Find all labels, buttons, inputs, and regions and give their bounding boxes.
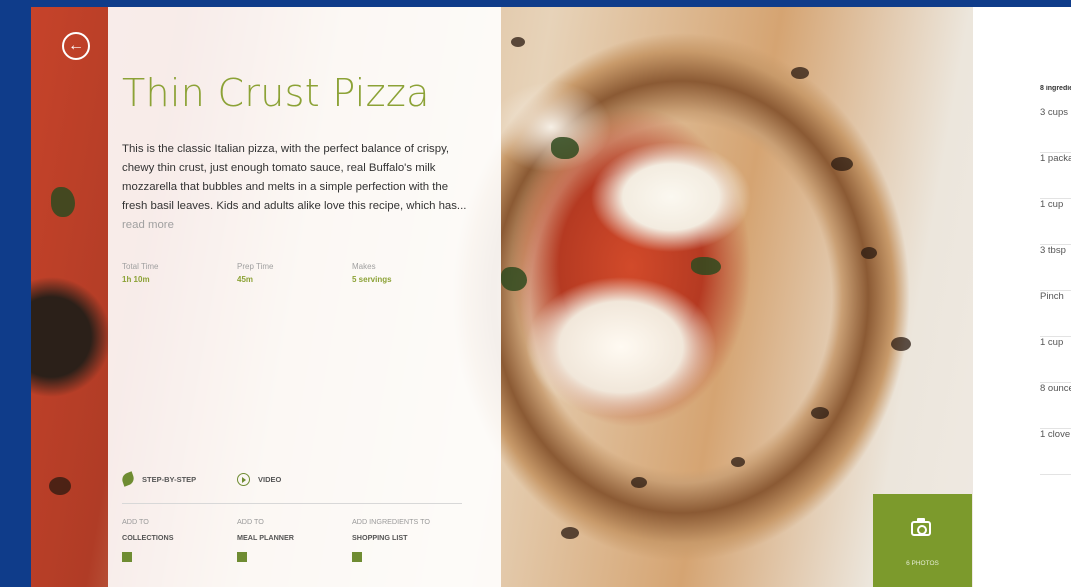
add-to-label: MEAL PLANNER — [237, 533, 294, 542]
ingredient-text: 3 tbsp — [1040, 245, 1066, 256]
ingredients-heading: 8 ingredients — [1040, 85, 1071, 92]
stat-makes: Makes 5 servings — [352, 262, 392, 284]
play-icon — [237, 473, 250, 486]
read-more-link[interactable]: read more — [122, 219, 174, 231]
recipe-screen: ← Thin Crust Pizza This is the classic I… — [31, 7, 1071, 587]
ingredient-row[interactable]: 1 cup — [1040, 199, 1071, 245]
ingredient-text: Pinch — [1040, 291, 1064, 302]
ingredient-row[interactable]: Pinch — [1040, 291, 1071, 337]
step-by-step-button[interactable]: STEP-BY-STEP — [120, 471, 197, 487]
add-to-meal-planner-button[interactable]: ADD TO MEAL PLANNER — [237, 517, 294, 562]
add-to-shopping-list-button[interactable]: ADD INGREDIENTS TO SHOPPING LIST — [352, 517, 430, 562]
ingredient-text: 3 cups — [1040, 107, 1068, 118]
recipe-info-panel: Thin Crust Pizza This is the classic Ita… — [108, 7, 501, 587]
step-by-step-label: STEP-BY-STEP — [142, 474, 197, 484]
stat-total-time: Total Time 1h 10m — [122, 262, 158, 284]
ingredient-text: 1 clove — [1040, 429, 1071, 440]
stat-label: Makes — [352, 262, 376, 271]
ingredient-text: 1 package — [1040, 153, 1071, 164]
description-text: This is the classic Italian pizza, with … — [122, 143, 467, 212]
stat-value: 45m — [237, 275, 254, 284]
ingredient-text: 1 cup — [1040, 199, 1064, 210]
stat-label: Total Time — [122, 262, 159, 271]
ingredient-row[interactable]: 1 package — [1040, 153, 1071, 199]
stat-value: 5 servings — [352, 275, 392, 284]
recipe-description: This is the classic Italian pizza, with … — [122, 140, 472, 235]
add-to-prefix: ADD INGREDIENTS TO — [352, 517, 431, 526]
ingredient-row[interactable]: 8 ounces — [1040, 383, 1071, 429]
ingredient-row[interactable]: 1 cup — [1040, 337, 1071, 383]
shopping-list-icon — [352, 552, 362, 562]
add-to-label: SHOPPING LIST — [352, 533, 408, 542]
leaf-icon — [120, 471, 136, 487]
stat-value: 1h 10m — [122, 275, 150, 284]
ingredient-row[interactable]: 3 tbsp — [1040, 245, 1071, 291]
video-label: VIDEO — [258, 475, 282, 484]
ingredient-row[interactable]: 1 clove — [1040, 429, 1071, 475]
photos-label: 6 PHOTOS — [906, 560, 939, 567]
ingredient-text: 8 ounces — [1040, 383, 1071, 394]
video-button[interactable]: VIDEO — [237, 473, 281, 486]
ingredient-row[interactable]: 3 cups — [1040, 107, 1071, 153]
recipe-title: Thin Crust Pizza — [122, 71, 430, 115]
add-to-collections-button[interactable]: ADD TO COLLECTIONS — [122, 517, 174, 562]
add-to-prefix: ADD TO — [122, 517, 149, 526]
add-to-label: COLLECTIONS — [122, 533, 174, 542]
stat-label: Prep Time — [237, 262, 274, 271]
ingredients-list: 8 ingredients 3 cups 1 package 1 cup 3 t… — [1040, 85, 1071, 475]
meal-planner-icon — [237, 552, 247, 562]
ingredient-text: 1 cup — [1040, 337, 1064, 348]
divider — [122, 503, 462, 504]
stat-prep-time: Prep Time 45m — [237, 262, 273, 284]
collections-icon — [122, 552, 132, 562]
photos-button[interactable]: 6 PHOTOS — [873, 494, 972, 587]
add-to-prefix: ADD TO — [237, 517, 264, 526]
camera-icon — [911, 518, 931, 536]
back-arrow-icon[interactable]: ← — [62, 32, 90, 60]
